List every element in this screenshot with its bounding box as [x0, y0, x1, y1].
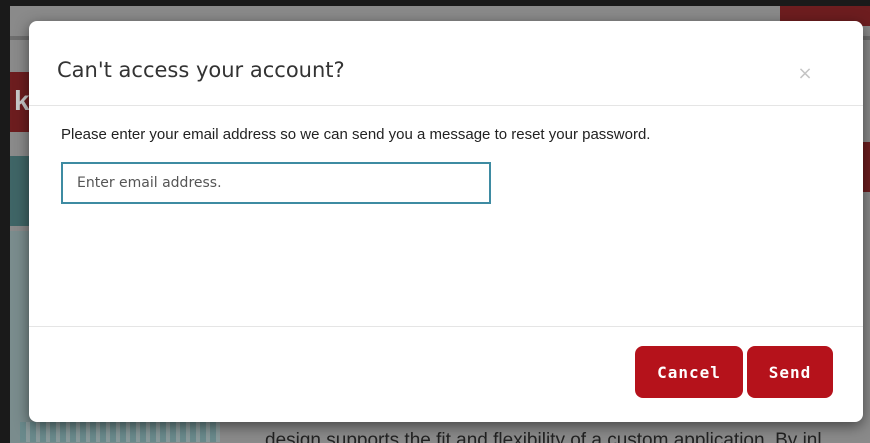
send-button[interactable]: Send: [747, 346, 833, 398]
modal-header: Can't access your account? ×: [29, 21, 863, 106]
modal-footer: Cancel Send: [29, 326, 863, 423]
background-letter: k: [14, 85, 30, 116]
reset-password-modal: Can't access your account? × Please ente…: [29, 21, 863, 422]
close-icon[interactable]: ×: [795, 64, 815, 84]
email-input[interactable]: [61, 162, 491, 204]
background-paragraph: design supports the fit and flexibility …: [265, 430, 822, 443]
modal-title: Can't access your account?: [57, 58, 345, 82]
instructions-text: Please enter your email address so we ca…: [61, 126, 651, 143]
cancel-button[interactable]: Cancel: [635, 346, 743, 398]
modal-body: Please enter your email address so we ca…: [29, 106, 863, 325]
background-pattern: [20, 422, 220, 442]
